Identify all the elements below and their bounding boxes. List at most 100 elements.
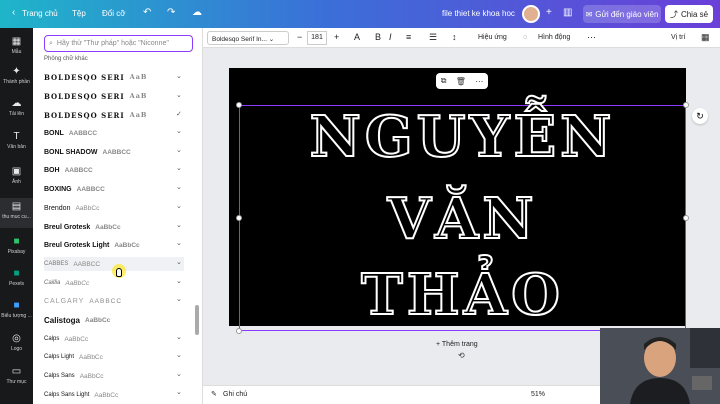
text-color-icon[interactable]: A [354,32,360,42]
font-search-input[interactable]: ⌕ Hãy thử "Thư pháp" hoặc "Niconne" [44,35,193,52]
chevron-down-icon[interactable]: ⌄ [176,333,182,341]
canvas-text-line: THẢO [360,261,564,329]
pixabay-icon: ■ [13,236,20,247]
category-label: Phông chữ khác [44,56,88,62]
font-size-input[interactable]: 181 [307,31,327,45]
rail-item-logo[interactable]: ◎ Logo [0,333,33,352]
notes-icon[interactable]: ✎ [211,390,217,398]
font-item[interactable]: Calps Sans AaBbCc [44,369,184,383]
font-item[interactable]: BOLDESQO SERI AaB [44,108,184,122]
chevron-down-icon[interactable]: ⌄ [176,127,182,135]
font-item[interactable]: Caillia AaBbCc [44,276,184,290]
font-family-select[interactable]: Boldesqo Serif In... ⌄ [207,31,289,45]
copy-style-icon[interactable]: ⧉ [441,76,447,86]
list-icon[interactable]: ☰ [429,32,437,43]
rail-item-photos[interactable]: ▣ Ảnh [0,166,33,185]
chevron-down-icon[interactable]: ⌄ [176,164,182,172]
chevron-down-icon[interactable]: ⌄ [176,370,182,378]
send-to-teacher-button[interactable]: ✉ Gửi đến giáo viên [583,5,661,23]
font-item[interactable]: BOLDESQO SERI AaB [44,89,184,103]
add-person-icon[interactable]: + [546,7,552,18]
font-item[interactable]: BOLDESQO SERI AaB [44,70,184,84]
more-icon[interactable]: ⋯ [587,32,596,43]
chevron-down-icon[interactable]: ⌄ [176,91,182,99]
animate-button[interactable]: Hình động [538,34,570,41]
left-rail: ▦ Mẫu ✦ Thành phần ☁ Tải lên T Văn bản ▣ Ảnh … [0,28,33,404]
increase-size-button[interactable]: + [334,32,339,42]
analytics-icon[interactable]: ▥ [563,7,572,18]
font-item[interactable]: Calps AaBbCc [44,332,184,346]
chevron-down-icon[interactable]: ⌄ [176,277,182,285]
bold-icon[interactable]: B [375,32,381,42]
chevron-down-icon[interactable]: ⌄ [176,146,182,154]
file-menu[interactable]: Tệp [72,9,86,18]
notes-button[interactable]: Ghi chú [223,391,247,398]
spacing-icon[interactable]: ↕ [452,32,457,42]
rail-item-templates[interactable]: ▦ Mẫu [0,36,33,55]
font-item[interactable]: BOH AABBCC [44,163,184,177]
photo-icon: ▣ [11,166,22,177]
chevron-down-icon[interactable]: ⌄ [176,202,182,210]
animate-icon[interactable]: ◌ [523,34,527,41]
font-item[interactable]: Breul Grotesk AaBbCc [44,220,184,234]
font-item[interactable]: Calistoga AaBbCc [44,313,184,327]
resize-handle[interactable] [236,328,242,334]
panel-scrollbar[interactable] [195,305,199,335]
font-item[interactable]: BONL SHADOW AABBCC [44,145,184,159]
document-title[interactable]: file thiet ke khoa hoc [442,9,515,18]
checkmark-icon: ✓ [176,111,182,118]
chevron-down-icon[interactable]: ⌄ [176,295,182,303]
rail-item-pexels[interactable]: ■ Pexels [0,268,33,287]
effects-button[interactable]: Hiệu ứng [478,34,507,41]
decrease-size-button[interactable]: − [297,32,302,42]
position-button[interactable]: Vị trí [671,34,685,41]
rail-item-pixabay[interactable]: ■ Pixabay [0,236,33,255]
rail-item-icons[interactable]: ■ Biểu tượng ... [0,300,33,319]
rail-item-folders[interactable]: ▭ Thư mục [0,366,33,385]
font-item[interactable]: Brendon AaBbCc [44,201,184,215]
logo-icon: ◎ [12,333,21,344]
rail-item-folder[interactable]: ▤ thu muc cu... [0,198,33,228]
refresh-icon[interactable]: ↻ [692,108,708,124]
rail-item-elements[interactable]: ✦ Thành phần [0,66,33,85]
rail-item-text[interactable]: T Văn bản [0,131,33,150]
top-bar: ‹ Trang chủ Tệp Đổi cỡ ↶ ↷ ☁ file thiet … [0,0,720,28]
chevron-down-icon[interactable]: ⌄ [176,388,182,396]
align-center-icon[interactable]: ≡ [406,32,411,42]
floating-toolbar: ⧉ 🗑 ⋯ [436,73,488,89]
transparency-icon[interactable]: ▦ [701,32,710,43]
italic-icon[interactable]: I [389,32,392,42]
chevron-down-icon[interactable]: ⌄ [176,221,182,229]
font-item[interactable]: CALGARY AABBCC [44,294,184,308]
font-item[interactable]: BOXING AABBCC [44,182,184,196]
rail-item-uploads[interactable]: ☁ Tải lên [0,98,33,117]
chevron-left-icon[interactable]: ‹ [12,7,15,18]
chevron-down-icon[interactable]: ⌄ [176,258,182,266]
font-panel: ⌕ Hãy thử "Thư pháp" hoặc "Niconne" Phôn… [33,28,203,404]
rotate-icon[interactable]: ⟲ [458,351,465,360]
undo-icon[interactable]: ↶ [143,7,151,18]
chevron-down-icon[interactable]: ⌄ [176,239,182,247]
chevron-down-icon[interactable]: ⌄ [176,351,182,359]
send-icon: ✉ [585,9,593,19]
redo-icon[interactable]: ↷ [167,7,175,18]
font-item[interactable]: Calps Light AaBbCc [44,350,184,364]
cloud-saved-icon[interactable]: ☁ [192,7,202,18]
chevron-down-icon[interactable]: ⌄ [176,72,182,80]
share-button[interactable]: ⤴ Chia sẻ [665,5,713,23]
elements-icon: ✦ [12,66,21,77]
font-item[interactable]: Calps Sans Light AaBbCc [44,388,184,402]
resize-menu[interactable]: Đổi cỡ [102,9,125,18]
folder-icon: ▭ [11,366,22,377]
font-item[interactable]: Breul Grotesk Light AaBbCc [44,238,184,252]
mouse-cursor-icon [116,268,122,277]
avatar[interactable] [522,5,540,23]
more-icon[interactable]: ⋯ [475,77,483,86]
home-link[interactable]: Trang chủ [22,9,58,18]
zoom-level[interactable]: 51% [531,391,545,398]
add-page-button[interactable]: + Thêm trang [436,341,478,348]
trash-icon[interactable]: 🗑 [456,77,466,86]
text-icon: T [13,131,20,142]
chevron-down-icon[interactable]: ⌄ [176,183,182,191]
font-item[interactable]: BONL AABBCC [44,126,184,140]
